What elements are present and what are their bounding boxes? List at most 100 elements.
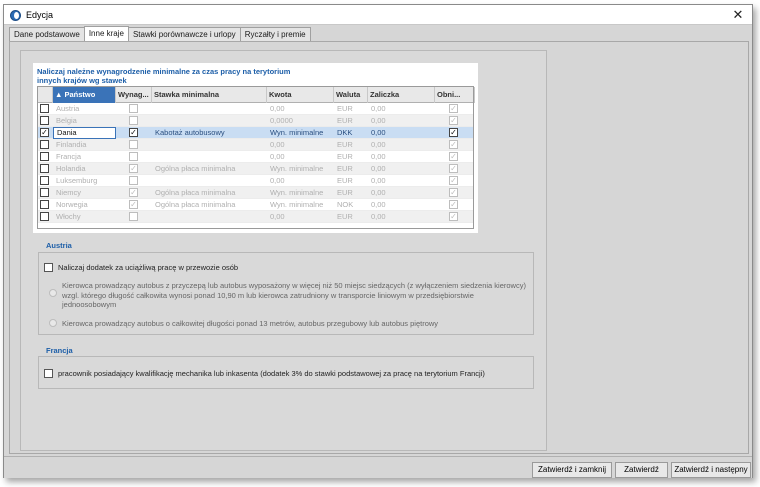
- zaliczka-cell: 0,00: [371, 152, 386, 161]
- close-icon[interactable]: ✕: [730, 7, 746, 23]
- row-checkbox[interactable]: [40, 188, 49, 197]
- kwota-cell: Wyn. minimalne: [270, 128, 324, 137]
- wynag-checkbox[interactable]: ✓: [129, 188, 138, 197]
- save-next-button[interactable]: Zatwierdź i następny: [671, 462, 751, 478]
- tab-strip: Dane podstawowe Inne kraje Stawki porówn…: [9, 26, 311, 41]
- austria-option2-label: Kierowca prowadzący autobus o całkowitej…: [62, 319, 439, 328]
- kwota-cell: 0,00: [270, 140, 285, 149]
- table-row[interactable]: Belgia 0,0000 EUR 0,00 ✓: [38, 115, 473, 127]
- row-checkbox[interactable]: [40, 176, 49, 185]
- obni-checkbox[interactable]: ✓: [449, 116, 458, 125]
- row-checkbox[interactable]: [40, 200, 49, 209]
- francja-group: pracownik posiadający kwalifikację mecha…: [38, 356, 534, 389]
- row-checkbox[interactable]: [40, 140, 49, 149]
- obni-checkbox[interactable]: ✓: [449, 188, 458, 197]
- header-zaliczka[interactable]: Zaliczka: [368, 87, 435, 103]
- waluta-cell: NOK: [337, 200, 354, 209]
- header-stawka-minimalna[interactable]: Stawka minimalna: [152, 87, 267, 103]
- obni-checkbox[interactable]: ✓: [449, 176, 458, 185]
- waluta-cell: EUR: [337, 140, 353, 149]
- grid-header: ▲ Państwo Wynag... Stawka minimalna Kwot…: [38, 87, 475, 103]
- table-row[interactable]: ✓ Dania ✓ Kabotaż autobusowy Wyn. minimalne D…: [38, 127, 473, 139]
- wynag-checkbox[interactable]: [129, 212, 138, 221]
- austria-option1-radio[interactable]: [49, 289, 57, 297]
- row-checkbox[interactable]: [40, 104, 49, 113]
- wynag-checkbox[interactable]: [129, 152, 138, 161]
- kwota-cell: 0,0000: [270, 116, 293, 125]
- obni-checkbox[interactable]: ✓: [449, 152, 458, 161]
- table-row[interactable]: Finlandia 0,00 EUR 0,00 ✓: [38, 139, 473, 151]
- obni-checkbox[interactable]: ✓: [449, 164, 458, 173]
- zaliczka-cell: 0,00: [371, 200, 386, 209]
- kwota-cell: 0,00: [270, 152, 285, 161]
- country-cell: Niemcy: [56, 188, 82, 197]
- country-cell: Austria: [56, 104, 80, 113]
- tab-ryczalty-premie[interactable]: Ryczałty i premie: [239, 27, 311, 41]
- stawka-cell: Ogólna płaca minimalna: [155, 164, 236, 173]
- row-checkbox[interactable]: [40, 164, 49, 173]
- country-cell: Finlandia: [56, 140, 87, 149]
- table-row[interactable]: Francja 0,00 EUR 0,00 ✓: [38, 151, 473, 163]
- tab-dane-podstawowe[interactable]: Dane podstawowe: [9, 27, 85, 41]
- row-checkbox[interactable]: [40, 212, 49, 221]
- row-checkbox[interactable]: [40, 116, 49, 125]
- waluta-cell: DKK: [337, 128, 353, 137]
- header-checkbox-col: [38, 87, 53, 103]
- header-panstwo[interactable]: ▲ Państwo: [53, 87, 116, 103]
- obni-checkbox[interactable]: ✓: [449, 200, 458, 209]
- zaliczka-cell: 0,00: [371, 212, 386, 221]
- austria-checkbox-label: Naliczaj dodatek za uciążliwą pracę w pr…: [58, 263, 239, 272]
- save-close-button[interactable]: Zatwierdź i zamknij: [532, 462, 612, 478]
- tab-panel: Naliczaj należne wynagrodzenie minimalne…: [9, 41, 749, 454]
- austria-section-title: Austria: [46, 241, 72, 250]
- header-wynagrodzenie[interactable]: Wynag...: [116, 87, 152, 103]
- wynag-checkbox[interactable]: ✓: [129, 164, 138, 173]
- table-row[interactable]: Luksemburg 0,00 EUR 0,00 ✓: [38, 175, 473, 187]
- table-row[interactable]: Włochy 0,00 EUR 0,00 ✓: [38, 211, 473, 223]
- wynag-checkbox[interactable]: [129, 176, 138, 185]
- table-row[interactable]: Holandia ✓ Ogólna płaca minimalna Wyn. mini…: [38, 163, 473, 175]
- obni-checkbox[interactable]: ✓: [449, 104, 458, 113]
- table-row[interactable]: Niemcy ✓ Ogólna płaca minimalna Wyn. minima…: [38, 187, 473, 199]
- wynag-checkbox[interactable]: [129, 116, 138, 125]
- stawka-cell: [152, 139, 267, 151]
- stawka-cell: [152, 175, 267, 187]
- stawka-cell: Ogólna płaca minimalna: [155, 188, 236, 197]
- countries-grid[interactable]: ▲ Państwo Wynag... Stawka minimalna Kwot…: [37, 86, 475, 229]
- wynag-checkbox[interactable]: [129, 140, 138, 149]
- zaliczka-cell: 0,00: [371, 104, 386, 113]
- table-row[interactable]: Austria 0,00 EUR 0,00 ✓: [38, 103, 473, 115]
- stawka-cell: [152, 103, 267, 115]
- kwota-cell: Wyn. minimalne: [270, 188, 324, 197]
- austria-option2-radio[interactable]: [49, 319, 57, 327]
- edit-window: Edycja ✕ Dane podstawowe Inne kraje Staw…: [3, 4, 753, 478]
- francja-checkbox[interactable]: [44, 369, 53, 378]
- country-cell: Dania: [53, 127, 116, 139]
- header-waluta[interactable]: Waluta: [334, 87, 368, 103]
- stawka-cell: Ogólna płaca minimalna: [155, 200, 236, 209]
- button-bar: Zatwierdź i zamknij Zatwierdź Zatwierdź …: [4, 456, 752, 478]
- obni-checkbox[interactable]: ✓: [449, 140, 458, 149]
- waluta-cell: EUR: [337, 164, 353, 173]
- row-checkbox[interactable]: ✓: [40, 128, 49, 137]
- austria-checkbox[interactable]: [44, 263, 53, 272]
- wynag-checkbox[interactable]: ✓: [129, 200, 138, 209]
- country-cell: Norwegia: [56, 200, 88, 209]
- row-checkbox[interactable]: [40, 152, 49, 161]
- stawka-cell: [152, 211, 267, 223]
- countries-grid-box: Naliczaj należne wynagrodzenie minimalne…: [33, 63, 478, 233]
- wynag-checkbox[interactable]: [129, 104, 138, 113]
- wynag-checkbox[interactable]: ✓: [129, 128, 138, 137]
- zaliczka-cell: 0,00: [371, 188, 386, 197]
- grid-title: Naliczaj należne wynagrodzenie minimalne…: [37, 67, 291, 85]
- save-button[interactable]: Zatwierdź: [615, 462, 668, 478]
- obni-checkbox[interactable]: ✓: [449, 212, 458, 221]
- table-row[interactable]: Norwegia ✓ Ogólna płaca minimalna Wyn. mini…: [38, 199, 473, 211]
- country-cell: Włochy: [56, 212, 81, 221]
- tab-stawki-porownawcze[interactable]: Stawki porównawcze i urlopy: [127, 27, 241, 41]
- kwota-cell: Wyn. minimalne: [270, 200, 324, 209]
- obni-checkbox[interactable]: ✓: [449, 128, 458, 137]
- header-kwota[interactable]: Kwota: [267, 87, 334, 103]
- header-obnizenie[interactable]: Obni...: [435, 87, 475, 103]
- tab-inne-kraje[interactable]: Inne kraje: [83, 26, 129, 41]
